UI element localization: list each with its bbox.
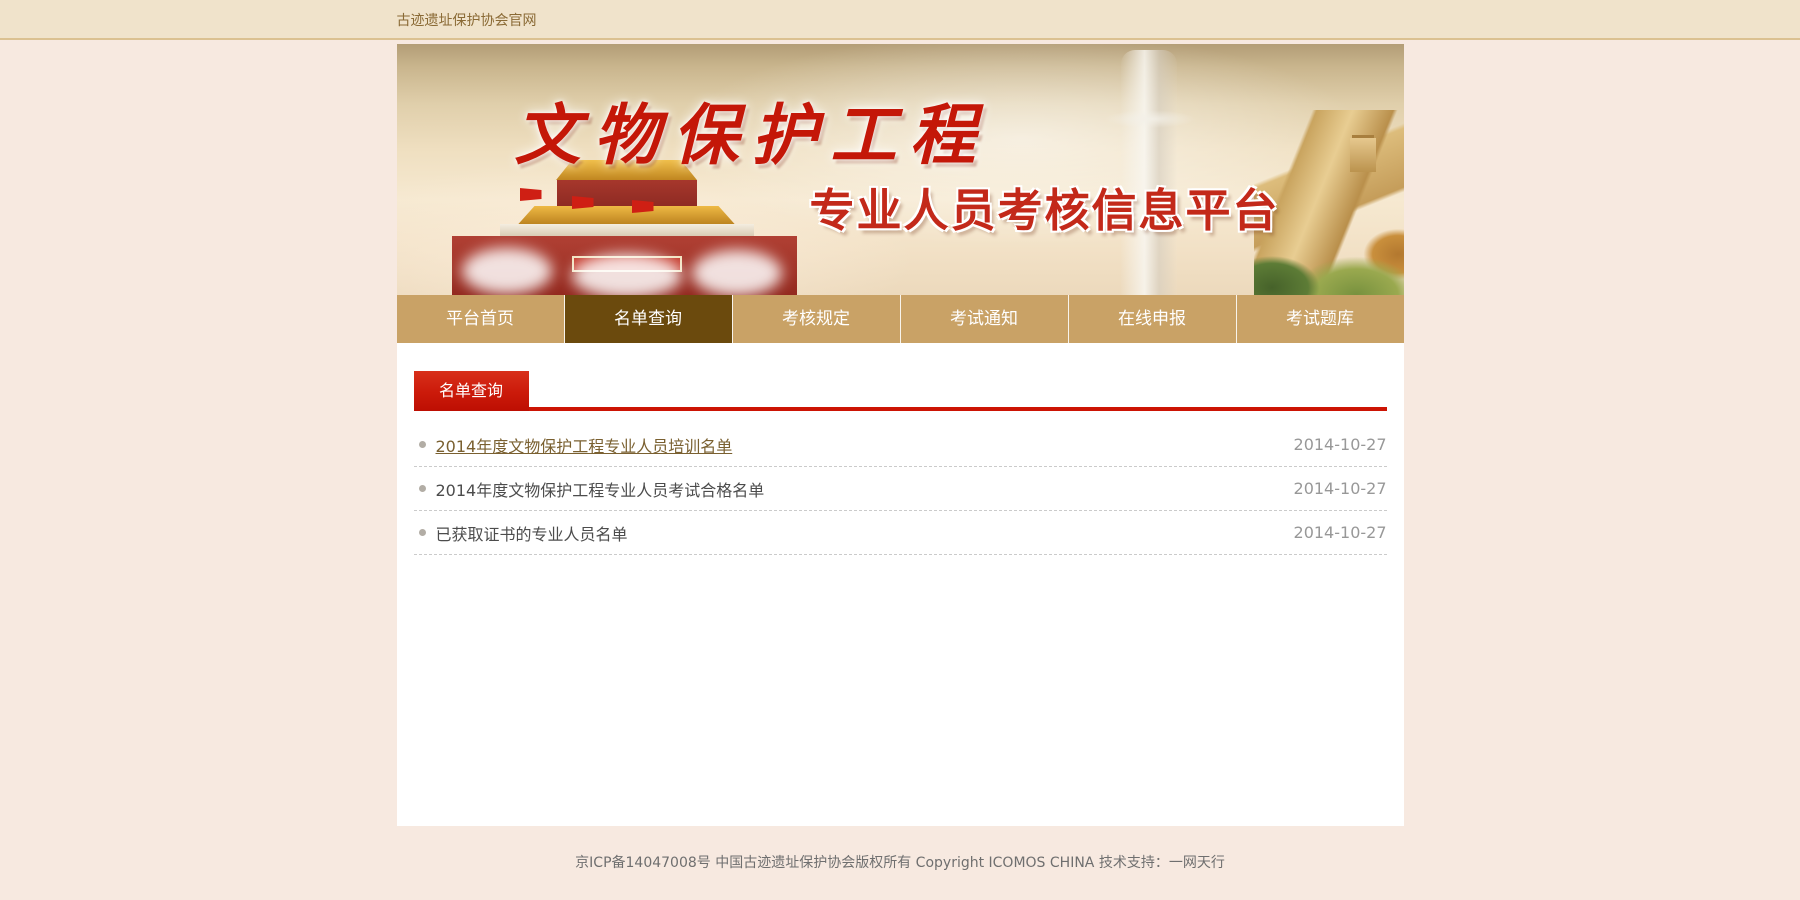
section-header: 名单查询	[414, 371, 1387, 411]
topbar: 古迹遗址保护协会官网	[0, 0, 1800, 40]
nav-item-list-query[interactable]: 名单查询	[564, 295, 732, 343]
content-area: 名单查询 2014年度文物保护工程专业人员培训名单 2014-10-27 201…	[397, 343, 1404, 555]
tiananmen-mid-roof-icon	[512, 206, 742, 224]
banner-title: 文物保护工程	[515, 82, 989, 178]
main-panel: 文物保护工程 专业人员考核信息平台 平台首页 名单查询 考核规定 考试通知 在线…	[397, 44, 1404, 826]
nav-item-online-application[interactable]: 在线申报	[1068, 295, 1236, 343]
list-item-link-certified-roster[interactable]: 已获取证书的专业人员名单	[436, 521, 628, 545]
list-item-link-training-roster[interactable]: 2014年度文物保护工程专业人员培训名单	[436, 433, 733, 457]
main-nav: 平台首页 名单查询 考核规定 考试通知 在线申报 考试题库	[397, 295, 1404, 343]
bullet-icon	[419, 441, 426, 448]
list-item: 2014年度文物保护工程专业人员考试合格名单 2014-10-27	[414, 467, 1387, 511]
list-item: 2014年度文物保护工程专业人员培训名单 2014-10-27	[414, 423, 1387, 467]
red-flag-icon	[572, 196, 594, 209]
tiananmen-terrace	[500, 224, 754, 236]
list-item-date: 2014-10-27	[1294, 523, 1387, 542]
banner: 文物保护工程 专业人员考核信息平台	[397, 44, 1404, 295]
nav-item-assessment-rules[interactable]: 考核规定	[732, 295, 900, 343]
bullet-icon	[419, 485, 426, 492]
banner-subtitle: 专业人员考核信息平台	[810, 174, 1280, 239]
news-list: 2014年度文物保护工程专业人员培训名单 2014-10-27 2014年度文物…	[414, 423, 1387, 555]
section-tab-list-query[interactable]: 名单查询	[414, 371, 529, 411]
list-item-link-exam-pass-roster[interactable]: 2014年度文物保护工程专业人员考试合格名单	[436, 477, 765, 501]
nav-item-home[interactable]: 平台首页	[397, 295, 564, 343]
huabiao-column-image	[1121, 50, 1177, 295]
bullet-icon	[419, 529, 426, 536]
footer-text: 京ICP备14047008号 中国古迹遗址保护协会版权所有 Copyright …	[575, 855, 1225, 871]
fountain-mist	[692, 250, 782, 295]
great-wall-tower-icon	[1350, 138, 1376, 172]
footer: 京ICP备14047008号 中国古迹遗址保护协会版权所有 Copyright …	[0, 852, 1800, 872]
topbar-site-link[interactable]: 古迹遗址保护协会官网	[397, 13, 537, 29]
red-flag-icon	[632, 200, 654, 213]
nav-item-exam-notice[interactable]: 考试通知	[900, 295, 1068, 343]
tiananmen-image	[452, 160, 797, 295]
red-flag-icon	[520, 188, 542, 201]
topbar-inner: 古迹遗址保护协会官网	[397, 0, 1404, 41]
list-item: 已获取证书的专业人员名单 2014-10-27	[414, 511, 1387, 555]
huabiao-wing-image	[1085, 106, 1215, 132]
fountain-mist	[462, 248, 552, 294]
fountain-mist	[572, 254, 682, 295]
list-item-date: 2014-10-27	[1294, 479, 1387, 498]
nav-item-question-bank[interactable]: 考试题库	[1236, 295, 1404, 343]
list-item-date: 2014-10-27	[1294, 435, 1387, 454]
